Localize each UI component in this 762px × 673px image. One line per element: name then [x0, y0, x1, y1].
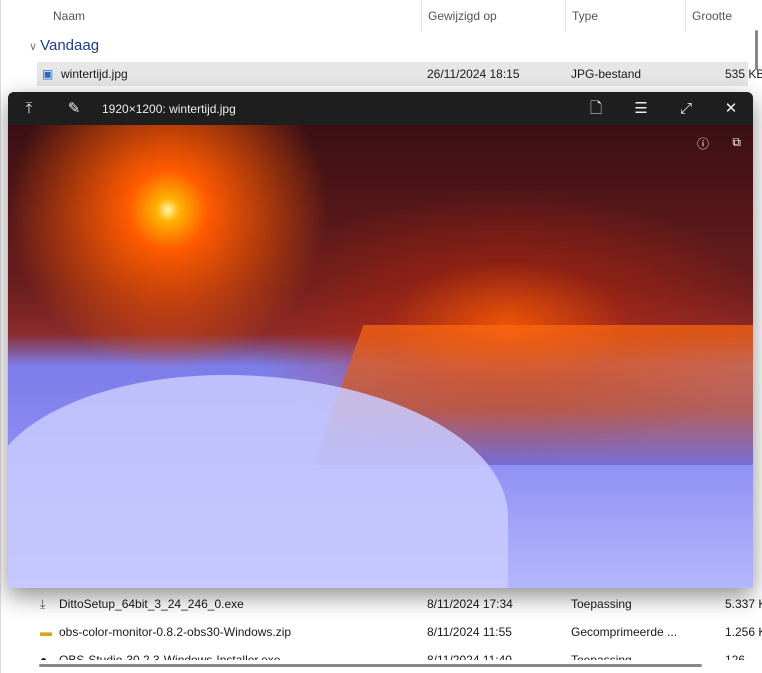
file-modified: 26/11/2024 18:15: [427, 67, 520, 81]
column-header: Naam Gewijzigd op Type Grootte: [19, 0, 748, 32]
column-size[interactable]: Grootte: [685, 0, 732, 32]
horizontal-scrollbar[interactable]: [39, 664, 702, 667]
column-name[interactable]: Naam: [47, 0, 85, 32]
column-type[interactable]: Type: [565, 0, 598, 32]
image-file-icon: ▣: [42, 67, 54, 81]
file-size: 5.337 KB: [725, 597, 762, 611]
file-size: 535 KB: [725, 67, 762, 81]
installer-icon: ⤓: [40, 597, 46, 611]
file-row[interactable]: ▬ obs-color-monitor-0.8.2-obs30-Windows.…: [37, 620, 762, 644]
column-modified[interactable]: Gewijzigd op: [421, 0, 497, 32]
file-type: Toepassing: [571, 597, 632, 611]
file-row[interactable]: ⤓ DittoSetup_64bit_3_24_246_0.exe 8/11/2…: [37, 592, 762, 616]
file-name: DittoSetup_64bit_3_24_246_0.exe: [59, 597, 244, 611]
file-modified: 8/11/2024 17:34: [427, 597, 513, 611]
file-modified: 8/11/2024 11:40: [427, 653, 512, 660]
file-type: JPG-bestand: [571, 67, 642, 81]
pin-icon[interactable]: ✎: [62, 92, 86, 125]
zip-folder-icon: ▬: [40, 625, 52, 639]
file-row-selected[interactable]: ▣ wintertijd.jpg 26/11/2024 18:15 JPG-be…: [37, 62, 762, 86]
file-name: wintertijd.jpg: [61, 67, 128, 81]
open-file-icon[interactable]: 🗋: [584, 92, 608, 125]
details-list-icon[interactable]: ☰: [629, 92, 653, 125]
file-size: 126.534 KB: [725, 653, 748, 660]
image-preview-window: ⤒ ✎ 1920×1200: wintertijd.jpg 🗋 ☰ ⤢ ✕ ⓘ …: [8, 92, 753, 588]
file-size: 1.256 KB: [725, 625, 762, 639]
info-icon[interactable]: ⓘ: [697, 135, 709, 152]
file-type: Toepassing: [571, 653, 632, 660]
preview-image: ⓘ ⧉: [8, 125, 753, 588]
group-header[interactable]: ∨ Vandaag: [29, 37, 99, 54]
group-label: Vandaag: [40, 37, 100, 54]
viewer-titlebar: ⤒ ✎ 1920×1200: wintertijd.jpg 🗋 ☰ ⤢ ✕: [8, 92, 753, 125]
file-modified: 8/11/2024 11:55: [427, 625, 512, 639]
obs-icon: ●: [40, 653, 48, 660]
file-name: obs-color-monitor-0.8.2-obs30-Windows.zi…: [59, 625, 292, 639]
close-icon[interactable]: ✕: [719, 92, 743, 125]
file-name: OBS-Studio-30.2.3-Windows-Installer.exe: [59, 653, 281, 660]
viewer-title: 1920×1200: wintertijd.jpg: [102, 101, 236, 116]
maximize-icon[interactable]: ⤢: [674, 92, 698, 125]
pin-top-icon[interactable]: ⤒: [17, 92, 41, 125]
chevron-down-icon: ∨: [29, 41, 41, 53]
window-icon[interactable]: ⧉: [732, 135, 741, 150]
file-type: Gecomprimeerde ...: [571, 625, 678, 639]
file-row[interactable]: ● OBS-Studio-30.2.3-Windows-Installer.ex…: [37, 648, 748, 660]
